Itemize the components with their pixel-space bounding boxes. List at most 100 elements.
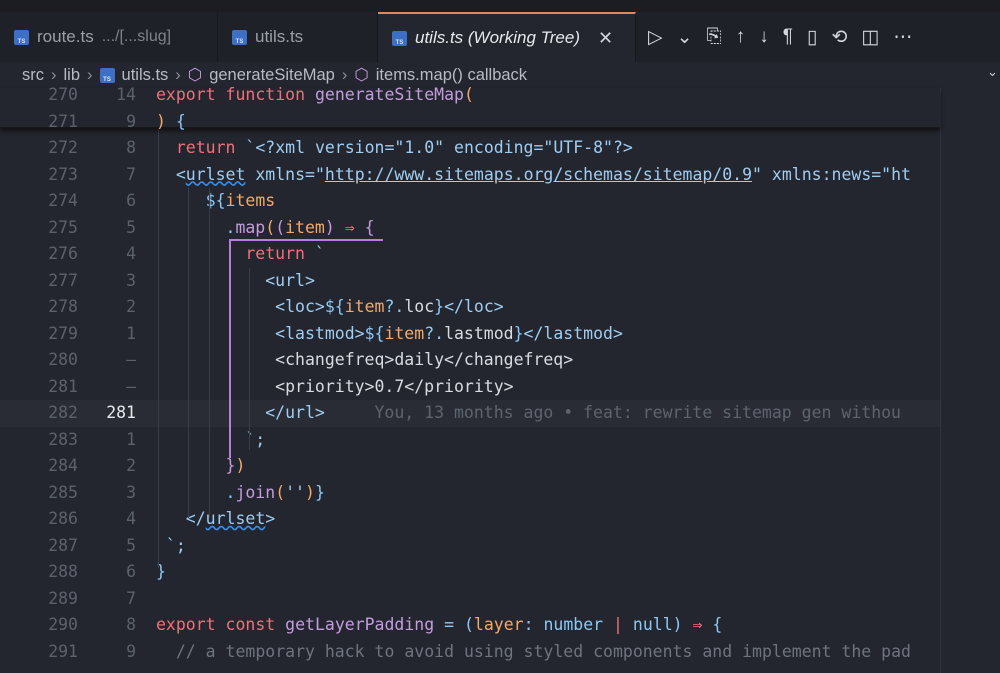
original-line-number: 284 [48,456,78,475]
code-token: return [245,244,315,263]
diff-editor[interactable]: 270 14 export function generateSiteMap( 2 7 1… [0,85,940,673]
code-token: ) [305,482,315,502]
code-token: { [712,615,723,634]
code-token: return [175,138,246,157]
code-token: function [225,85,315,104]
code-token: | [603,615,633,634]
toggle-whitespace-icon[interactable]: ¶ [783,26,793,48]
modified-line-number: 1 [126,429,136,449]
code-token: // a temporary hack to avoid using style… [175,641,911,661]
code-token: ( [463,615,474,634]
scrollbar[interactable]: ⌄ [985,62,1000,673]
original-line-number: 291 [48,641,78,661]
original-line-number: 285 [48,482,78,502]
code-text: return `<?xml version="1.0" encoding="UT… [176,135,633,162]
code-text: <lastmod>${item?.lastmod}</lastmod> [275,321,623,348]
code-line: 270 14 export function generateSiteMap( [0,82,940,109]
open-file-icon[interactable]: ⎘ [707,26,722,48]
code-token: ${ [364,323,385,343]
run-icon[interactable]: ▷ [648,26,663,49]
indent-guide [209,188,210,518]
tab-label: utils.ts [255,27,304,46]
close-icon[interactable]: ✕ [598,28,613,49]
modified-line-number: 14 [116,85,136,104]
original-line-number: 281 [48,376,78,396]
code-text: <priority>0.7</priority> [275,374,513,401]
code-text: <url> [265,268,315,295]
map-icon[interactable]: ▯ [807,26,817,49]
indent-guide [249,268,250,450]
modified-line-number: 7 [126,164,136,184]
modified-line-number: 6 [126,191,136,210]
next-change-icon[interactable]: ↓ [759,26,769,48]
tab-bar: TS route.ts .../[...slug] TS utils.ts TS… [0,12,1000,62]
code-token: <priority>0.7</priority> [275,376,514,396]
chevron-down-icon[interactable]: ⌄ [987,64,998,80]
code-text: <changefreq>daily</changefreq> [275,347,573,374]
code-token: ⇒ [692,615,713,634]
original-line-number: 280 [48,350,78,369]
code-line: 290 8 export const getLayerPadding = (laye… [0,612,940,639]
code-token: . [225,217,236,237]
original-line-number: 287 [48,535,78,555]
code-line: 274 6 ${items [0,188,940,215]
original-line-number: 273 [48,164,78,184]
code-line: 279 1 <lastmod>${item?.lastmod}</lastmod> [0,321,940,348]
code-line: 272 8 return `<?xml version="1.0" encoding… [0,135,940,162]
modified-line-number: 7 [126,588,136,608]
code-line: 289 7 [0,586,940,613]
code-line: 277 3 <url> [0,268,940,295]
code-token: layer [473,615,524,634]
tab-utils-ts-working-tree[interactable]: TS utils.ts (Working Tree) ✕ [378,12,636,62]
code-token: : [523,615,544,634]
modified-line-number: 9 [126,111,136,131]
modified-line-number: 3 [126,270,136,290]
code-token: ( [275,217,286,237]
modified-line-number: 9 [126,641,136,661]
tab-utils-ts[interactable]: TS utils.ts [218,12,378,62]
original-line-number: 282 [48,403,78,422]
tab-route-ts[interactable]: TS route.ts .../[...slug] [0,12,218,62]
code-text: return ` [245,241,324,268]
code-token: ) [672,615,693,634]
code-token: map [235,217,266,237]
modified-line-number: 2 [126,297,136,316]
code-token: { [364,217,375,237]
code-token: } [314,482,325,502]
code-token: ${ [324,297,345,316]
modified-line-number: 4 [126,509,136,528]
revert-icon[interactable]: ⟲ [831,26,847,49]
sticky-scroll[interactable]: 270 14 export function generateSiteMap(271… [0,85,940,131]
deleted-code-line: 281 — <priority>0.7</priority> [0,374,940,401]
original-line-number: 275 [48,217,78,237]
indent-guide [188,188,189,518]
code-token: ( [275,482,286,502]
code-token: " xmlns:news="ht [752,164,911,184]
modified-line-number: 281 [106,403,136,422]
split-editor-icon[interactable]: ◫ [861,26,879,49]
code-token: export [156,615,226,634]
code-line: 285 3 .join('')} [0,480,940,507]
code-line: 282 281 </url> You, 13 months ago • feat: … [0,400,940,427]
original-line-number: 276 [48,244,78,263]
previous-change-icon[interactable]: ↑ [736,26,746,48]
code-text: ) { [156,109,186,136]
modified-line-number: 8 [126,138,136,157]
code-token: <loc> [275,297,325,316]
more-icon[interactable]: ⋯ [893,26,912,49]
modified-line-number: 1 [126,323,136,343]
typescript-file-icon: TS [14,29,29,45]
original-line-number: 286 [48,509,78,528]
original-line-number: 277 [48,270,78,290]
code-token: } [513,323,524,343]
code-token: generateSiteMap [314,85,464,104]
code-line: 273 7 <urlset xmlns="http://www.sitemaps.o… [0,162,940,189]
run-dropdown-icon[interactable]: ⌄ [677,26,693,49]
code-token: ) [156,111,176,131]
code-line: 288 6} [0,559,940,586]
code-token: </loc> [444,297,504,316]
code-token: ) [324,217,345,237]
code-token: items [225,191,276,210]
modified-line-number: 8 [126,615,136,634]
indent-guide [158,128,159,568]
